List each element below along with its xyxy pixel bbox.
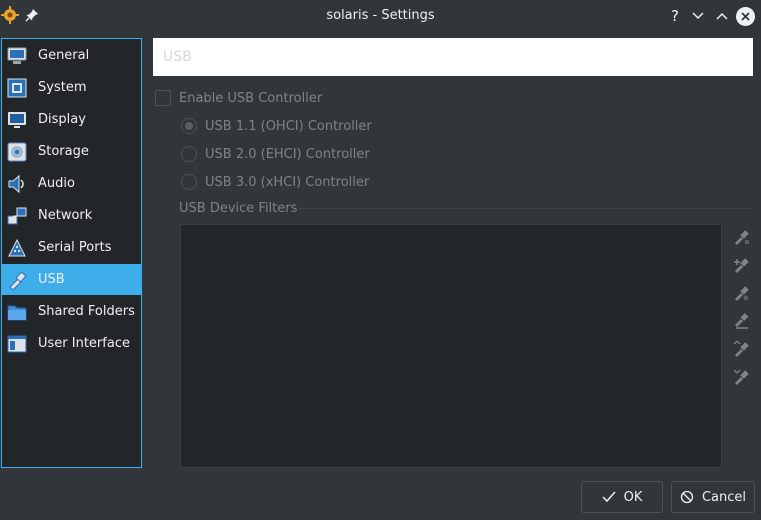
radio-button[interactable] (181, 118, 197, 134)
sidebar-item-label: System (38, 80, 87, 95)
help-button[interactable]: ? (666, 7, 684, 25)
sidebar-item-label: Serial Ports (38, 240, 112, 255)
user-interface-icon (6, 333, 28, 355)
checkbox-box[interactable] (155, 90, 171, 106)
add-device-filter-icon[interactable] (732, 256, 750, 274)
sidebar-item-shared-folders[interactable]: Shared Folders (2, 296, 141, 327)
usb-2-0-radio[interactable]: USB 2.0 (EHCI) Controller (181, 146, 370, 162)
sidebar-item-label: Audio (38, 176, 75, 191)
cancel-icon (680, 490, 694, 504)
usb-icon (6, 269, 28, 291)
minimize-icon[interactable] (689, 7, 707, 25)
enable-usb-label: Enable USB Controller (179, 90, 323, 106)
usb-3-0-radio[interactable]: USB 3.0 (xHCI) Controller (181, 174, 369, 190)
usb-filter-list[interactable] (180, 224, 722, 468)
move-up-icon[interactable] (732, 340, 750, 358)
edit-filter-icon[interactable] (732, 284, 750, 302)
cancel-button[interactable]: Cancel (671, 481, 755, 513)
group-divider (298, 208, 754, 209)
sidebar-item-display[interactable]: Display (2, 104, 141, 135)
ok-label: OK (623, 489, 643, 505)
ok-button[interactable]: OK (581, 481, 663, 513)
radio-button[interactable] (181, 174, 197, 190)
sidebar-item-audio[interactable]: Audio (2, 168, 141, 199)
add-empty-filter-icon[interactable] (732, 228, 750, 246)
sidebar-item-label: Network (38, 208, 93, 223)
usb-device-filters-label: USB Device Filters (179, 201, 298, 216)
radio-label: USB 1.1 (OHCI) Controller (205, 118, 372, 134)
sidebar-item-storage[interactable]: Storage (2, 136, 141, 167)
chip-icon (6, 77, 28, 99)
close-icon[interactable] (736, 7, 755, 26)
maximize-icon[interactable] (713, 7, 731, 25)
display-icon (6, 109, 28, 131)
sidebar-item-label: General (38, 48, 90, 63)
page-title: USB (163, 49, 192, 65)
sidebar-item-system[interactable]: System (2, 72, 141, 103)
radio-label: USB 3.0 (xHCI) Controller (205, 174, 370, 190)
folder-icon (6, 301, 28, 323)
disk-icon (6, 141, 28, 163)
checkmark-icon (602, 491, 616, 503)
move-down-icon[interactable] (732, 368, 750, 386)
serial-port-icon (6, 237, 28, 259)
sidebar-item-serial-ports[interactable]: Serial Ports (2, 232, 141, 263)
settings-sidebar: General System Display Storage Audio Net… (1, 38, 142, 468)
sidebar-item-general[interactable]: General (2, 40, 141, 71)
window-title: solaris - Settings (326, 8, 435, 23)
sidebar-item-user-interface[interactable]: User Interface (2, 328, 141, 359)
radio-button[interactable] (181, 146, 197, 162)
sidebar-item-network[interactable]: Network (2, 200, 141, 231)
sidebar-item-label: User Interface (38, 336, 130, 351)
sidebar-item-label: USB (38, 272, 65, 287)
usb-1-1-radio[interactable]: USB 1.1 (OHCI) Controller (181, 118, 372, 134)
sidebar-item-usb[interactable]: USB (2, 264, 141, 295)
network-icon (6, 205, 28, 227)
monitor-general-icon (6, 45, 28, 67)
cancel-label: Cancel (701, 489, 747, 505)
page-header: USB (153, 38, 753, 76)
remove-filter-icon[interactable] (732, 312, 750, 330)
speaker-icon (6, 173, 28, 195)
radio-label: USB 2.0 (EHCI) Controller (205, 146, 370, 162)
sidebar-item-label: Display (38, 112, 86, 127)
sidebar-item-label: Shared Folders (38, 304, 135, 319)
title-bar: solaris - Settings ? (0, 0, 761, 32)
enable-usb-checkbox[interactable]: Enable USB Controller (155, 90, 322, 106)
sidebar-item-label: Storage (38, 144, 89, 159)
